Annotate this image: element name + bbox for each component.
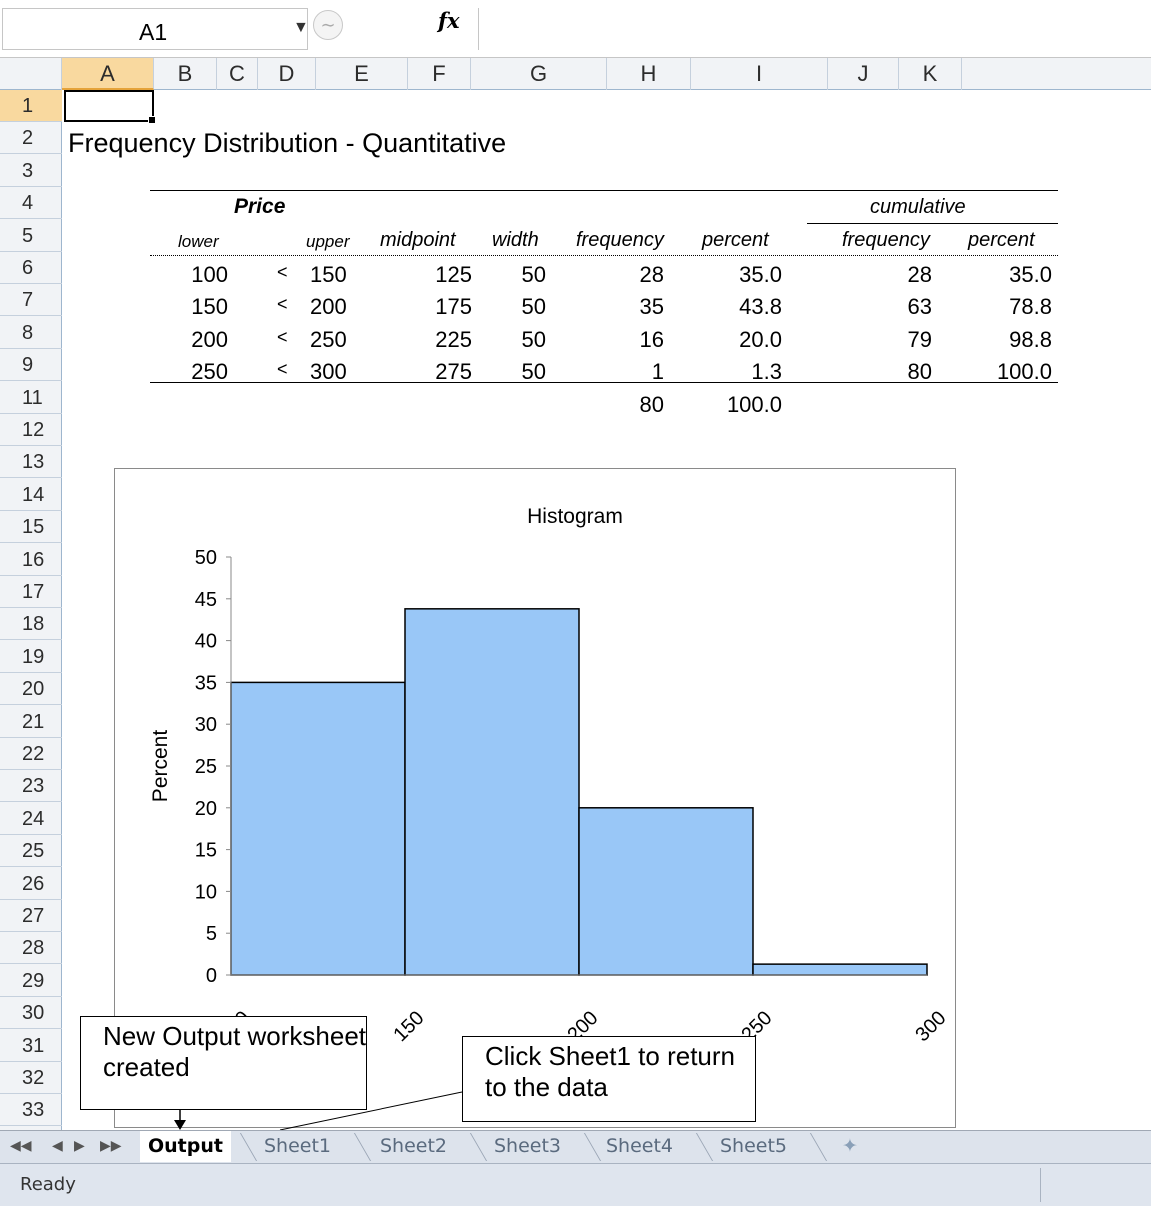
row-header-5[interactable]: 5 (0, 220, 62, 252)
column-header-h[interactable]: H (607, 58, 691, 90)
sheet-tab-bar: ◀◀ ◀ ▶ ▶▶ Output Sheet1 Sheet2 Sheet3 Sheet4… (0, 1130, 1151, 1163)
row-header-23[interactable]: 23 (0, 770, 62, 803)
row-header-9[interactable]: 9 (0, 349, 62, 382)
row-header-14[interactable]: 14 (0, 479, 62, 511)
row-header-17[interactable]: 17 (0, 576, 62, 608)
formula-cancel-icon[interactable]: ∼ (313, 10, 343, 40)
row-header-18[interactable]: 18 (0, 608, 62, 641)
output-callout-arrowhead (174, 1120, 186, 1130)
row-header-31[interactable]: 31 (0, 1030, 62, 1062)
name-box-value: A1 (139, 19, 168, 45)
column-header-k[interactable]: K (899, 58, 962, 90)
select-all-button[interactable] (0, 58, 62, 90)
row-header-11[interactable]: 11 (0, 382, 62, 414)
column-header-g[interactable]: G (471, 58, 607, 90)
column-header-a[interactable]: A (62, 58, 154, 90)
tab-separator (239, 1133, 258, 1161)
tab-sheet4[interactable]: Sheet4 (598, 1131, 681, 1162)
column-header-f[interactable]: F (408, 58, 471, 90)
column-header-d[interactable]: D (258, 58, 316, 90)
formula-bar: A1 ▼ ∼ fx (0, 0, 1151, 58)
row-header-20[interactable]: 20 (0, 673, 62, 706)
row-header-22[interactable]: 22 (0, 738, 62, 770)
row-header-3[interactable]: 3 (0, 155, 62, 187)
column-headers: ABCDEFGHIJK (0, 58, 1151, 90)
worksheet-grid[interactable]: Frequency Distribution - Quantitative Pr… (62, 90, 1151, 1130)
callout-arrows (174, 1091, 463, 1130)
row-header-6[interactable]: 6 (0, 252, 62, 284)
name-box[interactable]: A1 ▼ (2, 8, 309, 50)
row-header-21[interactable]: 21 (0, 706, 62, 738)
row-header-30[interactable]: 30 (0, 997, 62, 1030)
row-header-19[interactable]: 19 (0, 641, 62, 673)
first-sheet-icon[interactable]: ◀◀ (10, 1137, 32, 1154)
row-header-12[interactable]: 12 (0, 414, 62, 446)
tab-output[interactable]: Output (140, 1131, 231, 1162)
status-divider (1040, 1168, 1041, 1202)
last-sheet-icon[interactable]: ▶▶ (100, 1137, 122, 1154)
row-header-8[interactable]: 8 (0, 317, 62, 349)
row-header-13[interactable]: 13 (0, 446, 62, 479)
row-header-25[interactable]: 25 (0, 835, 62, 868)
tab-sheet2[interactable]: Sheet2 (372, 1131, 455, 1162)
row-header-26[interactable]: 26 (0, 868, 62, 900)
column-header-e[interactable]: E (316, 58, 408, 90)
row-header-32[interactable]: 32 (0, 1062, 62, 1094)
insert-sheet-icon[interactable]: ✦ (834, 1131, 866, 1162)
row-header-7[interactable]: 7 (0, 284, 62, 317)
tab-separator (353, 1133, 372, 1161)
prev-sheet-icon[interactable]: ◀ (52, 1137, 63, 1154)
next-sheet-icon[interactable]: ▶ (74, 1137, 85, 1154)
insert-function-button[interactable]: fx (438, 8, 460, 33)
column-header-c[interactable]: C (217, 58, 258, 90)
row-header-16[interactable]: 16 (0, 544, 62, 576)
name-box-dropdown-icon[interactable]: ▼ (293, 19, 309, 37)
row-header-15[interactable]: 15 (0, 511, 62, 544)
row-header-24[interactable]: 24 (0, 803, 62, 835)
tab-separator (695, 1133, 714, 1161)
row-headers: 1 2 3 4 5 6 7 8 9 11 12 13 14 15 16 17 18 19 20 21 22 23 24 25 2… (0, 90, 62, 1130)
tab-sheet5[interactable]: Sheet5 (712, 1131, 795, 1162)
formula-input[interactable] (478, 8, 1151, 50)
row-header-29[interactable]: 29 (0, 965, 62, 997)
row-header-27[interactable]: 27 (0, 900, 62, 932)
tab-separator (469, 1133, 488, 1161)
row-header-2[interactable]: 2 (0, 122, 62, 155)
row-header-4[interactable]: 4 (0, 187, 62, 220)
tab-separator (809, 1133, 828, 1161)
column-header-b[interactable]: B (154, 58, 217, 90)
row-header-1[interactable]: 1 (0, 90, 62, 122)
status-text: Ready (20, 1174, 76, 1195)
tab-sheet1[interactable]: Sheet1 (256, 1131, 339, 1162)
status-bar: Ready (0, 1163, 1151, 1206)
column-header-j[interactable]: J (828, 58, 899, 90)
column-header-i[interactable]: I (691, 58, 828, 90)
row-header-33[interactable]: 33 (0, 1094, 62, 1127)
sheet1-callout-pointer (279, 1091, 463, 1130)
tab-sheet3[interactable]: Sheet3 (486, 1131, 569, 1162)
row-header-28[interactable]: 28 (0, 932, 62, 965)
